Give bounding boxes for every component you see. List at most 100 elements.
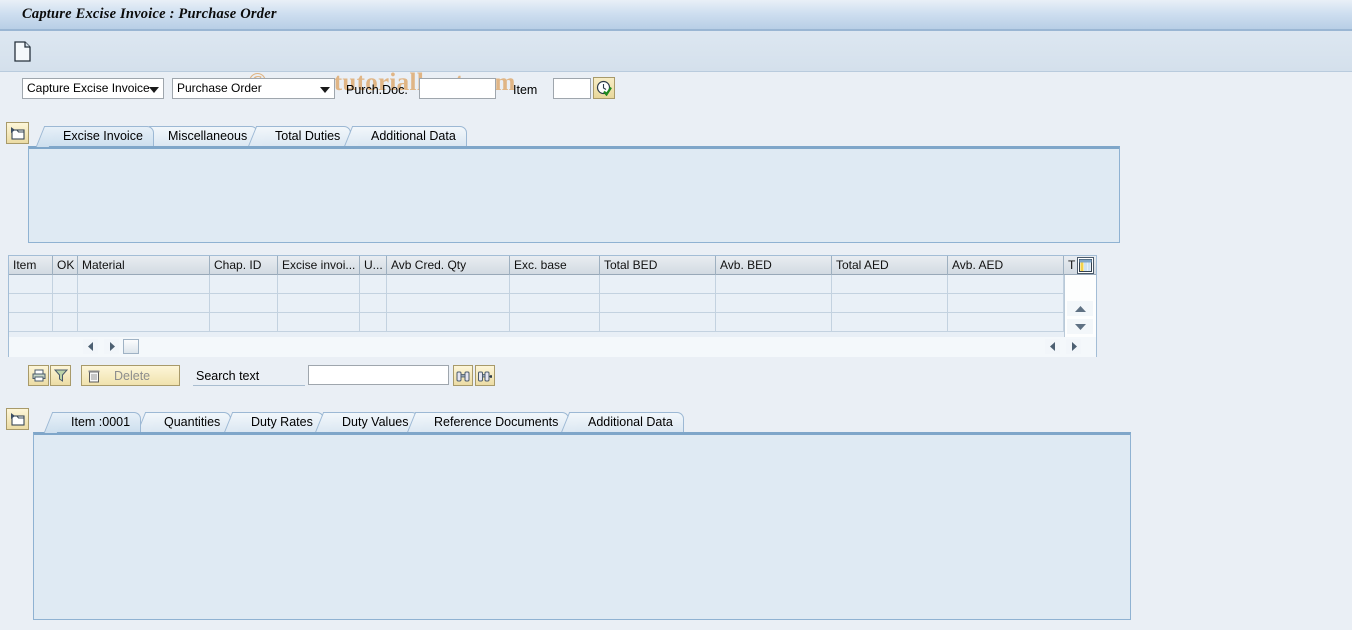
tab-duty-rates[interactable]: Duty Rates	[236, 412, 324, 432]
document-icon[interactable]	[14, 41, 31, 62]
purch-doc-input[interactable]	[419, 78, 496, 99]
item-input[interactable]	[553, 78, 591, 99]
tab-label: Quantities	[164, 415, 221, 429]
tab-label: Additional Data	[371, 129, 456, 143]
cell-unit[interactable]	[360, 313, 387, 332]
cell-total-bed[interactable]	[600, 275, 716, 294]
tab-excise-invoice[interactable]: Excise Invoice	[48, 126, 154, 146]
reference-select-value: Purchase Order	[177, 81, 262, 95]
cell-avb-aed[interactable]	[948, 275, 1064, 294]
cell-chap-id[interactable]	[210, 294, 278, 313]
cell-excise-invoice[interactable]	[278, 313, 360, 332]
cell-avb-cred-qty[interactable]	[387, 275, 510, 294]
scroll-left-button[interactable]	[83, 339, 98, 354]
col-header-total-aed[interactable]: Total AED	[832, 256, 948, 275]
binoculars-plus-icon	[478, 371, 492, 381]
cell-exc-base[interactable]	[510, 294, 600, 313]
cell-total-aed[interactable]	[832, 294, 948, 313]
column-settings-icon[interactable]	[1077, 257, 1094, 274]
scroll-up-button[interactable]	[1067, 301, 1093, 316]
cell-avb-aed[interactable]	[948, 313, 1064, 332]
col-header-unit[interactable]: U...	[360, 256, 387, 275]
page-title: Capture Excise Invoice : Purchase Order	[22, 6, 277, 22]
search-input[interactable]	[308, 365, 449, 385]
tab-item-0001[interactable]: Item :0001	[56, 412, 142, 432]
cell-avb-cred-qty[interactable]	[387, 294, 510, 313]
col-header-exc-base[interactable]: Exc. base	[510, 256, 600, 275]
cell-avb-cred-qty[interactable]	[387, 313, 510, 332]
cell-excise-invoice[interactable]	[278, 275, 360, 294]
chevron-down-icon	[149, 87, 159, 93]
tab-label: Reference Documents	[434, 415, 559, 429]
detail-fold-button[interactable]	[6, 408, 29, 430]
reference-select[interactable]: Purchase Order	[172, 78, 335, 99]
tab-additional-data[interactable]: Additional Data	[356, 126, 467, 146]
cell-excise-invoice[interactable]	[278, 294, 360, 313]
scroll-right-button[interactable]	[104, 339, 119, 354]
cell-avb-bed[interactable]	[716, 313, 832, 332]
cell-avb-bed[interactable]	[716, 294, 832, 313]
horizontal-scroll-thumb[interactable]	[123, 339, 139, 354]
cell-item[interactable]	[9, 275, 53, 294]
cell-unit[interactable]	[360, 294, 387, 313]
search-label-underline	[193, 385, 305, 386]
folder-icon	[10, 412, 25, 426]
col-header-total-bed[interactable]: Total BED	[600, 256, 716, 275]
cell-total-bed[interactable]	[600, 313, 716, 332]
delete-button[interactable]: Delete	[81, 365, 180, 386]
cell-item[interactable]	[9, 313, 53, 332]
col-header-chap-id[interactable]: Chap. ID	[210, 256, 278, 275]
cell-avb-aed[interactable]	[948, 294, 1064, 313]
tab-quantities[interactable]: Quantities	[149, 412, 232, 432]
header-fold-button[interactable]	[6, 122, 29, 144]
cell-total-aed[interactable]	[832, 313, 948, 332]
col-header-avb-cred-qty[interactable]: Avb Cred. Qty	[387, 256, 510, 275]
col-header-ok[interactable]: OK	[53, 256, 78, 275]
col-header-avb-bed[interactable]: Avb. BED	[716, 256, 832, 275]
tab-reference-documents[interactable]: Reference Documents	[419, 412, 570, 432]
tab-duty-values[interactable]: Duty Values	[327, 412, 420, 432]
scroll-down-button[interactable]	[1067, 319, 1093, 334]
col-header-material[interactable]: Material	[78, 256, 210, 275]
cell-material[interactable]	[78, 313, 210, 332]
col-header-excise-invoice[interactable]: Excise invoi...	[278, 256, 360, 275]
transaction-select[interactable]: Capture Excise Invoice	[22, 78, 164, 99]
scroll-right-button-right[interactable]	[1066, 339, 1081, 354]
tab-miscellaneous[interactable]: Miscellaneous	[153, 126, 259, 146]
application-toolbar: © www.tutorialkart.com	[0, 31, 1352, 96]
tab-label: Item :0001	[71, 415, 131, 429]
cell-ok[interactable]	[53, 275, 78, 294]
col-header-item[interactable]: Item	[9, 256, 53, 275]
grid-horizontal-scrollbar[interactable]	[9, 337, 1096, 357]
cell-total-bed[interactable]	[600, 294, 716, 313]
tab-label: Duty Values	[342, 415, 409, 429]
cell-unit[interactable]	[360, 275, 387, 294]
cell-material[interactable]	[78, 275, 210, 294]
cell-chap-id[interactable]	[210, 275, 278, 294]
cell-total-aed[interactable]	[832, 275, 948, 294]
binoculars-icon	[456, 371, 470, 381]
filter-button[interactable]	[50, 365, 71, 386]
print-button[interactable]	[28, 365, 49, 386]
table-row[interactable]	[9, 313, 1064, 332]
cell-avb-bed[interactable]	[716, 275, 832, 294]
tab-additional-data-detail[interactable]: Additional Data	[573, 412, 684, 432]
cell-ok[interactable]	[53, 313, 78, 332]
tab-label: Miscellaneous	[168, 129, 248, 143]
table-row[interactable]	[9, 294, 1064, 313]
execute-button[interactable]	[593, 77, 615, 99]
cell-ok[interactable]	[53, 294, 78, 313]
cell-material[interactable]	[78, 294, 210, 313]
cell-exc-base[interactable]	[510, 313, 600, 332]
find-button[interactable]	[453, 365, 473, 386]
tab-total-duties[interactable]: Total Duties	[260, 126, 352, 146]
table-row[interactable]	[9, 275, 1064, 294]
transaction-select-value: Capture Excise Invoice	[27, 81, 150, 95]
cell-item[interactable]	[9, 294, 53, 313]
col-header-avb-aed[interactable]: Avb. AED	[948, 256, 1064, 275]
find-next-button[interactable]	[475, 365, 495, 386]
scroll-left-button-right[interactable]	[1045, 339, 1060, 354]
cell-chap-id[interactable]	[210, 313, 278, 332]
cell-exc-base[interactable]	[510, 275, 600, 294]
scroll-left-icon	[87, 342, 93, 351]
